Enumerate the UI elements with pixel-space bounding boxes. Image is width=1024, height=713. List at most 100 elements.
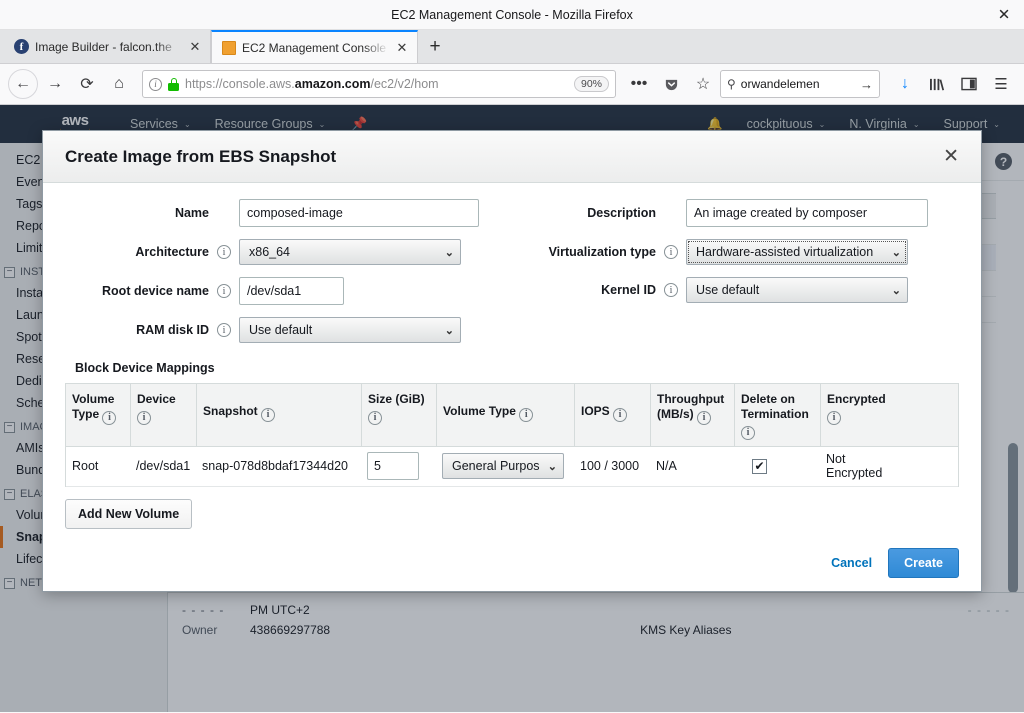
block-device-mappings-title: Block Device Mappings	[75, 361, 215, 375]
info-icon[interactable]: i	[519, 407, 534, 422]
architecture-label: Architecture	[135, 245, 209, 259]
cell-snapshot: snap-078d8bdaf17344d20	[202, 459, 348, 473]
info-icon[interactable]: i	[137, 410, 151, 425]
bookmark-star-icon[interactable]: ☆	[688, 69, 718, 99]
volume-type-select[interactable]: General Purpos ⌄	[442, 453, 564, 479]
lock-icon	[168, 77, 179, 91]
info-icon[interactable]: i	[827, 410, 841, 425]
info-icon[interactable]: i	[664, 283, 678, 297]
zoom-level-indicator[interactable]: 90%	[573, 76, 609, 92]
search-query-text: orwandelemen	[740, 77, 820, 91]
url-scheme: https://console.aws.	[185, 77, 295, 91]
ramdisk-select[interactable]: Use default ⌄	[239, 317, 461, 343]
forward-button[interactable]: →	[40, 69, 70, 99]
sidebar-icon[interactable]	[954, 69, 984, 99]
kernel-label: Kernel ID	[601, 283, 656, 297]
search-input[interactable]: ⚲ orwandelemen →	[720, 70, 880, 98]
new-tab-button[interactable]: +	[418, 30, 452, 63]
virtualization-value: Hardware-assisted virtualization	[696, 245, 874, 259]
th-iops: IOPS i	[574, 384, 650, 446]
create-button[interactable]: Create	[888, 548, 959, 578]
tab-close-icon[interactable]: ✕	[395, 40, 409, 56]
form-column-right: Description An image created by composer…	[512, 199, 959, 355]
info-icon[interactable]: i	[102, 410, 117, 425]
info-icon[interactable]: i	[664, 245, 678, 259]
close-icon[interactable]: ✕	[943, 147, 959, 166]
tab-label: Image Builder - falcon.the	[35, 39, 172, 54]
root-device-input[interactable]: /dev/sda1	[239, 277, 344, 305]
ec2-icon	[222, 40, 236, 55]
site-info-icon[interactable]: i	[149, 77, 162, 91]
name-input[interactable]: composed-image	[239, 199, 479, 227]
tab-close-icon[interactable]: ✕	[188, 39, 202, 55]
ramdisk-label: RAM disk ID	[136, 323, 209, 337]
cell-delete-on-termination: ✔	[734, 458, 820, 474]
library-icon[interactable]	[922, 69, 952, 99]
th-label: Snapshot	[203, 404, 258, 418]
table-header-row: Volume Type i Device i Snapshot i Size (…	[66, 384, 958, 447]
delete-on-termination-checkbox[interactable]: ✔	[752, 458, 767, 474]
cell-encrypted: Not Encrypted	[826, 452, 883, 480]
size-input[interactable]: 5	[367, 452, 419, 480]
home-button[interactable]: ⌂	[104, 69, 134, 99]
field-root-device-name: Root device name i /dev/sda1	[65, 277, 512, 305]
window-title: EC2 Management Console - Mozilla Firefox	[391, 7, 633, 22]
hamburger-menu-icon[interactable]: ☰	[986, 69, 1016, 99]
modal-footer: Cancel Create	[43, 535, 981, 591]
browser-toolbar-icons: ↓ ☰	[890, 69, 1016, 99]
field-virtualization-type: Virtualization type i Hardware-assisted …	[512, 239, 959, 265]
info-icon[interactable]: i	[261, 407, 276, 422]
virtualization-select[interactable]: Hardware-assisted virtualization ⌄	[686, 239, 908, 265]
browser-titlebar: EC2 Management Console - Mozilla Firefox…	[0, 0, 1024, 30]
info-icon[interactable]: i	[217, 323, 231, 337]
th-label: Delete on Termination	[741, 392, 809, 421]
info-icon[interactable]: i	[741, 425, 755, 440]
cell-volume-type-select: General Purpos ⌄	[436, 453, 574, 479]
th-label: Encrypted	[827, 392, 886, 406]
kernel-select[interactable]: Use default ⌄	[686, 277, 908, 303]
cell-device: /dev/sda1	[136, 459, 191, 473]
info-icon[interactable]: i	[697, 410, 712, 425]
kernel-value: Use default	[696, 283, 760, 297]
fedora-icon: f	[14, 39, 29, 54]
url-domain: amazon.com	[294, 77, 371, 91]
window-close-button[interactable]: ✕	[994, 7, 1014, 22]
field-name: Name composed-image	[65, 199, 512, 227]
th-encrypted: Encrypted i	[820, 384, 900, 446]
architecture-select[interactable]: x86_64 ⌄	[239, 239, 461, 265]
volume-type-value: General Purpos	[452, 459, 540, 473]
downloads-icon[interactable]: ↓	[890, 69, 920, 99]
info-icon[interactable]: i	[613, 407, 628, 422]
info-icon[interactable]: i	[217, 284, 231, 298]
modal-title: Create Image from EBS Snapshot	[65, 146, 337, 166]
back-button[interactable]: ←	[8, 69, 38, 99]
browser-tabstrip: f Image Builder - falcon.the ✕ EC2 Manag…	[0, 30, 1024, 64]
url-text: https://console.aws.amazon.com/ec2/v2/ho…	[185, 77, 568, 91]
info-icon[interactable]: i	[217, 245, 231, 259]
browser-tab-ec2-console[interactable]: EC2 Management Console ✕	[211, 30, 418, 63]
chevron-down-icon: ⌄	[547, 460, 557, 473]
cell-throughput: N/A	[656, 459, 677, 473]
cancel-button[interactable]: Cancel	[831, 556, 872, 570]
reload-button[interactable]: ⟳	[72, 69, 102, 99]
name-label: Name	[174, 206, 209, 220]
search-go-icon[interactable]: →	[860, 77, 873, 92]
th-volume-type: Volume Type i	[66, 384, 130, 446]
chevron-down-icon: ⌄	[444, 246, 454, 259]
th-label: Throughput (MB/s)	[657, 392, 725, 421]
cell-size: 5	[361, 452, 436, 480]
th-throughput: Throughput (MB/s) i	[650, 384, 734, 446]
address-bar[interactable]: i https://console.aws.amazon.com/ec2/v2/…	[142, 70, 616, 98]
pocket-icon[interactable]	[656, 69, 686, 99]
description-input[interactable]: An image created by composer	[686, 199, 928, 227]
tab-label: EC2 Management Console	[242, 40, 387, 55]
th-delete-on-termination: Delete on Termination i	[734, 384, 820, 446]
url-path: /ec2/v2/hom	[370, 77, 439, 91]
info-icon[interactable]: i	[368, 410, 382, 425]
image-form: Name composed-image Architecture i x86_6…	[65, 199, 959, 355]
browser-tab-image-builder[interactable]: f Image Builder - falcon.the ✕	[4, 30, 211, 63]
th-size: Size (GiB) i	[361, 384, 436, 446]
th-label: Size (GiB)	[368, 392, 425, 406]
add-new-volume-button[interactable]: Add New Volume	[65, 498, 193, 529]
page-actions-icon[interactable]: •••	[624, 69, 654, 99]
